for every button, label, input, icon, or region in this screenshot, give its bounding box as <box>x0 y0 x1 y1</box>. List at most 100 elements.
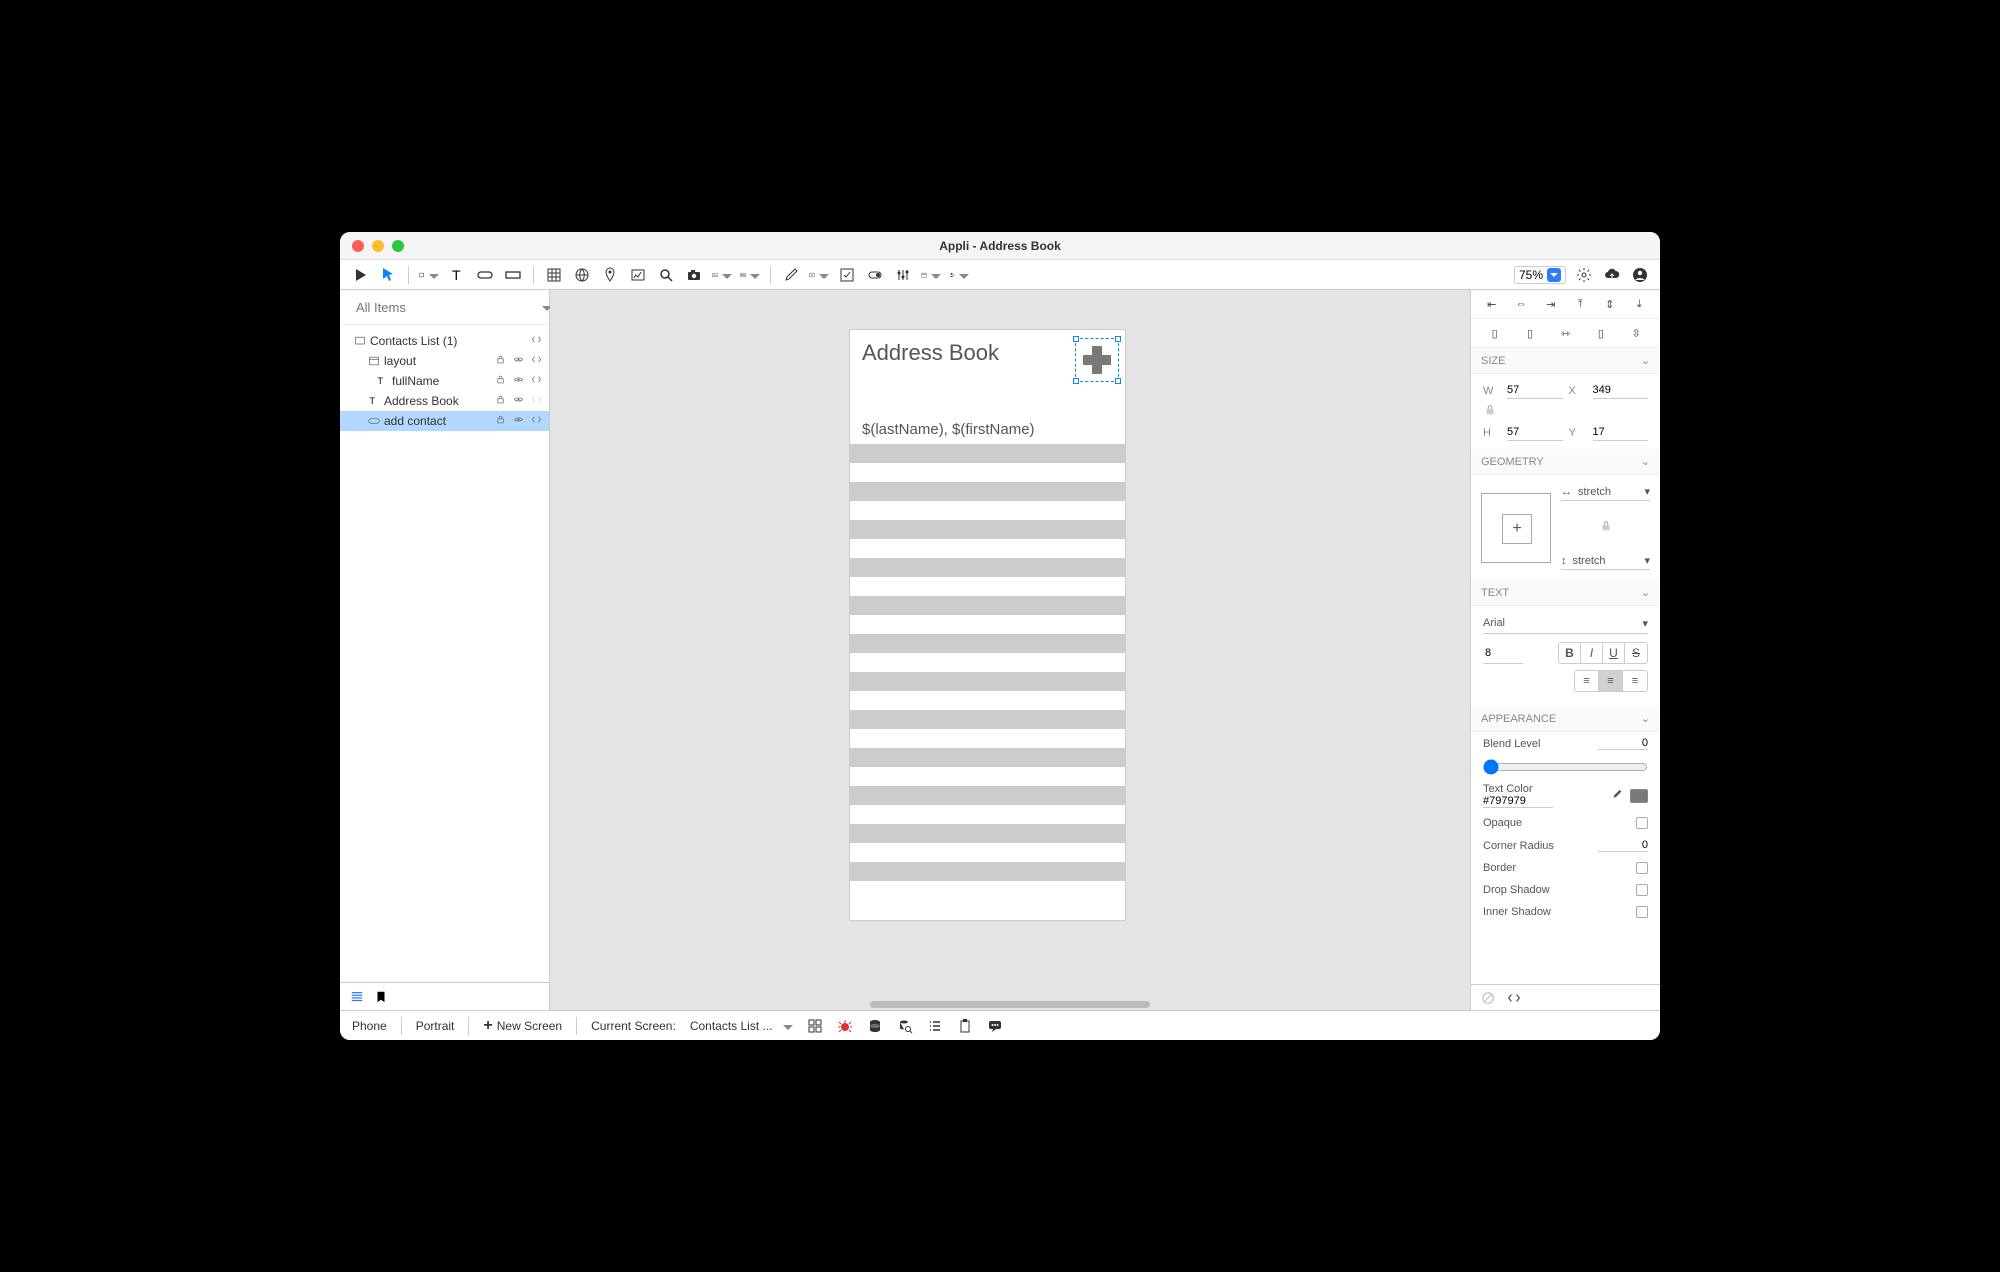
distribute-spacing-h-icon[interactable]: ⇿ <box>1557 325 1573 341</box>
h-stretch-dropdown[interactable]: ↔stretch▾ <box>1561 485 1650 501</box>
outline-item[interactable]: Contacts List (1) <box>340 331 549 351</box>
list-view-icon[interactable] <box>350 990 364 1004</box>
code-dim-icon[interactable] <box>529 394 543 408</box>
run-icon[interactable] <box>350 265 370 285</box>
outline-item[interactable]: TfullName <box>340 371 549 391</box>
x-input[interactable] <box>1593 382 1649 399</box>
field-tool-icon[interactable] <box>503 265 523 285</box>
appearance-section-header[interactable]: APPEARANCE⌄ <box>1471 706 1660 732</box>
border-checkbox[interactable] <box>1636 862 1648 874</box>
inner-shadow-checkbox[interactable] <box>1636 906 1648 918</box>
distribute-spacing-v-icon[interactable]: ⇳ <box>1628 325 1644 341</box>
underline-button[interactable]: U <box>1603 643 1625 663</box>
code-icon[interactable] <box>529 414 543 428</box>
bold-button[interactable]: B <box>1559 643 1581 663</box>
toggle-tool-icon[interactable] <box>865 265 885 285</box>
blend-level-input[interactable] <box>1598 737 1648 750</box>
screen-title-text[interactable]: Address Book <box>862 340 1113 366</box>
anchor-box[interactable]: + <box>1481 493 1551 563</box>
globe-tool-icon[interactable] <box>572 265 592 285</box>
eye-icon[interactable] <box>511 354 525 368</box>
chat-icon[interactable] <box>987 1018 1003 1034</box>
align-left-icon[interactable]: ⇤ <box>1484 296 1500 312</box>
lock-icon[interactable] <box>493 394 507 408</box>
date-tool-icon[interactable] <box>921 265 941 285</box>
pointer-icon[interactable] <box>378 265 398 285</box>
zoom-window-button[interactable] <box>392 240 404 252</box>
screens-grid-icon[interactable] <box>807 1018 823 1034</box>
text-section-header[interactable]: TEXT⌄ <box>1471 580 1660 606</box>
device-label[interactable]: Phone <box>352 1019 387 1033</box>
italic-button[interactable]: I <box>1581 643 1603 663</box>
database-search-icon[interactable] <box>897 1018 913 1034</box>
text-align-left-button[interactable]: ≡ <box>1575 671 1599 691</box>
tasks-icon[interactable] <box>927 1018 943 1034</box>
align-bottom-icon[interactable]: ⤓ <box>1631 296 1647 312</box>
drop-shadow-checkbox[interactable] <box>1636 884 1648 896</box>
pin-tool-icon[interactable] <box>600 265 620 285</box>
opaque-checkbox[interactable] <box>1636 817 1648 829</box>
image-tool-icon[interactable] <box>712 265 732 285</box>
close-window-button[interactable] <box>352 240 364 252</box>
user-tool-icon[interactable] <box>949 265 969 285</box>
code-icon[interactable] <box>529 374 543 388</box>
align-right-icon[interactable]: ⇥ <box>1543 296 1559 312</box>
outline-item[interactable]: add contact <box>340 411 549 431</box>
database-icon[interactable] <box>867 1018 883 1034</box>
size-section-header[interactable]: SIZE⌄ <box>1471 348 1660 374</box>
minimize-window-button[interactable] <box>372 240 384 252</box>
v-stretch-dropdown[interactable]: ↕stretch▾ <box>1561 554 1650 570</box>
lock-geometry-icon[interactable] <box>1599 519 1613 533</box>
eyedropper-icon[interactable] <box>1610 789 1624 803</box>
checkbox-tool-icon[interactable] <box>837 265 857 285</box>
align-center-v-icon[interactable]: ⇕ <box>1602 296 1618 312</box>
list-tool-icon[interactable] <box>740 265 760 285</box>
lock-icon[interactable] <box>493 354 507 368</box>
eye-icon[interactable] <box>511 374 525 388</box>
distribute-center-h-icon[interactable]: ▯ <box>1522 325 1538 341</box>
zoom-selector[interactable]: 75% <box>1514 266 1566 284</box>
text-color-swatch[interactable] <box>1630 789 1648 803</box>
outline-item[interactable]: TAddress Book <box>340 391 549 411</box>
clipboard-icon[interactable] <box>957 1018 973 1034</box>
slider-tool-icon[interactable] <box>893 265 913 285</box>
code-icon[interactable] <box>529 354 543 368</box>
new-screen-button[interactable]: +New Screen <box>483 1017 562 1035</box>
canvas-horizontal-scrollbar[interactable] <box>870 1001 1150 1008</box>
width-input[interactable] <box>1507 382 1563 399</box>
y-input[interactable] <box>1593 424 1649 441</box>
height-input[interactable] <box>1507 424 1563 441</box>
font-dropdown[interactable]: Arial▾ <box>1483 614 1648 634</box>
camera-tool-icon[interactable] <box>684 265 704 285</box>
add-contact-button[interactable] <box>1079 342 1115 378</box>
align-top-icon[interactable]: ⤒ <box>1572 296 1588 312</box>
rectangle-tool-icon[interactable] <box>419 265 439 285</box>
edit-tool-icon[interactable] <box>781 265 801 285</box>
dropdown-tool-icon[interactable] <box>809 265 829 285</box>
bookmark-icon[interactable] <box>374 990 388 1004</box>
eye-icon[interactable] <box>511 394 525 408</box>
strikethrough-button[interactable]: S <box>1625 643 1647 663</box>
disabled-icon[interactable] <box>1481 991 1495 1005</box>
grid-tool-icon[interactable] <box>544 265 564 285</box>
cloud-upload-icon[interactable] <box>1602 265 1622 285</box>
font-size-input[interactable] <box>1483 642 1523 664</box>
settings-icon[interactable] <box>1574 265 1594 285</box>
canvas[interactable]: Address Book $(lastName), $(firstName) <box>550 290 1470 1010</box>
lock-aspect-icon[interactable] <box>1483 403 1497 417</box>
text-align-right-button[interactable]: ≡ <box>1623 671 1647 691</box>
screen-preview[interactable]: Address Book $(lastName), $(firstName) <box>850 330 1125 920</box>
distribute-right-icon[interactable]: ▯ <box>1593 325 1609 341</box>
lock-icon[interactable] <box>493 374 507 388</box>
outline-item[interactable]: layout <box>340 351 549 371</box>
blend-level-slider[interactable] <box>1483 759 1648 775</box>
account-icon[interactable] <box>1630 265 1650 285</box>
code-icon[interactable] <box>529 334 543 348</box>
corner-radius-input[interactable] <box>1598 839 1648 852</box>
align-center-h-icon[interactable]: ⇔ <box>1513 296 1529 312</box>
chart-tool-icon[interactable] <box>628 265 648 285</box>
text-align-center-button[interactable]: ≡ <box>1599 671 1623 691</box>
geometry-section-header[interactable]: GEOMETRY⌄ <box>1471 449 1660 475</box>
code-icon[interactable] <box>1507 991 1521 1005</box>
text-tool-icon[interactable]: T <box>447 265 467 285</box>
